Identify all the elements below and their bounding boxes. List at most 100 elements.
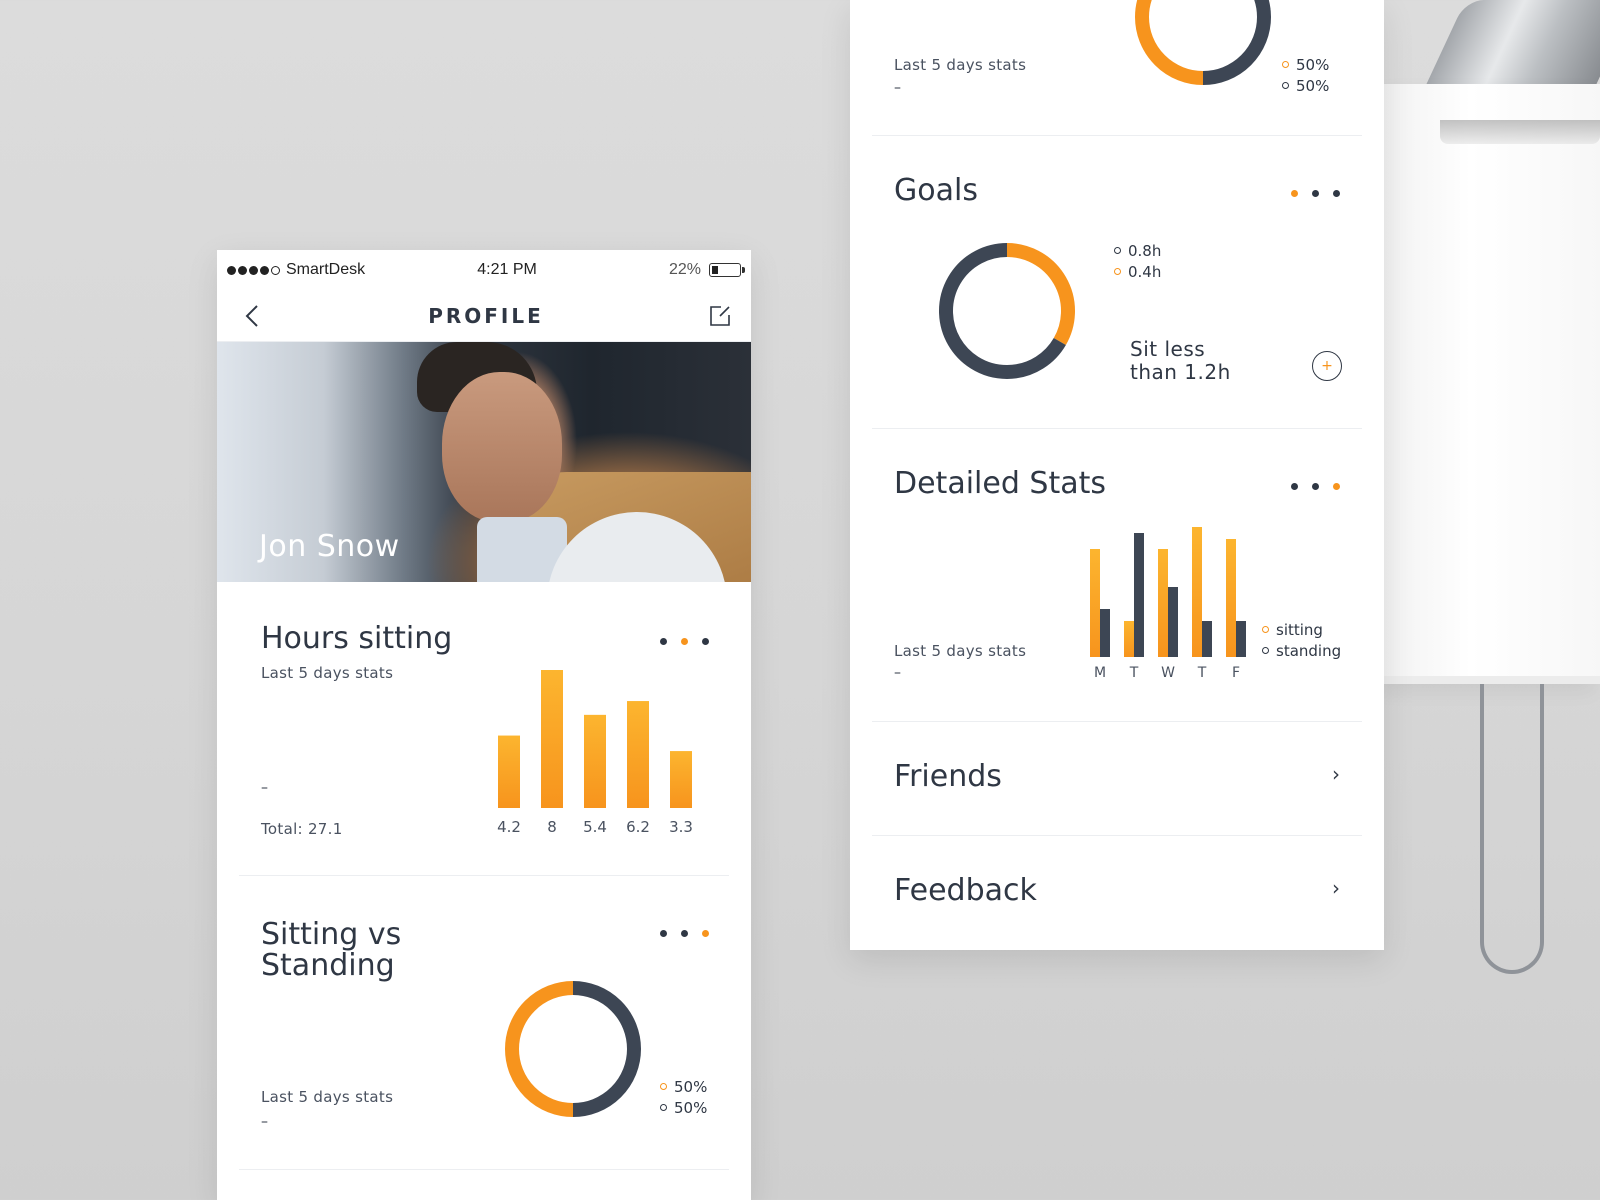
back-button[interactable] (239, 303, 265, 329)
pager-dots[interactable] (1291, 190, 1340, 197)
card-title-line: Sitting vs (261, 917, 402, 952)
bar (670, 751, 692, 808)
bar-label: 6.2 (626, 818, 650, 836)
day-label: F (1232, 665, 1240, 681)
add-goal-button[interactable]: + (1312, 351, 1342, 381)
goal-line: Sit less (1130, 337, 1206, 361)
donut-legend: 50% 50% (1282, 54, 1329, 96)
card-subtitle: Last 5 days stats (261, 1088, 394, 1106)
summary-donut (1135, 0, 1271, 85)
pager-dot[interactable] (1333, 190, 1340, 197)
lamp-shade (1384, 84, 1600, 684)
hours-bar-chart: 4.2 8 5.4 6.2 3.3 (497, 670, 693, 836)
legend-label: 50% (1296, 55, 1330, 74)
pager-dot-active[interactable] (702, 930, 709, 937)
bar-standing (1236, 621, 1246, 657)
friends-row[interactable]: Friends › (872, 722, 1362, 836)
bar-standing (1134, 533, 1144, 657)
card-title-line: Standing (261, 947, 395, 983)
goal-description: Sit less than 1.2h (1130, 337, 1231, 385)
donut-slice (1006, 243, 1075, 345)
edit-button[interactable] (707, 303, 733, 329)
pager-dots[interactable] (660, 930, 709, 937)
donut-slice (572, 981, 641, 1117)
day-label: M (1094, 665, 1106, 681)
nav-bar: PROFILE (217, 290, 751, 342)
lamp-wire (1480, 684, 1544, 974)
friends-label: Friends (894, 759, 1002, 794)
feedback-row[interactable]: Feedback › (872, 836, 1362, 950)
dash-marker: – (261, 1114, 268, 1130)
profile-screen: SmartDesk 4:21 PM 22% PROFILE Jon Snow H… (217, 250, 751, 1200)
legend-label: 0.8h (1128, 241, 1162, 260)
feedback-label: Feedback (894, 873, 1037, 908)
card-title: Sitting vs Standing (261, 917, 402, 983)
legend-marker (1114, 268, 1121, 275)
donut-slice (505, 981, 574, 1117)
bar-standing (1202, 621, 1212, 657)
chevron-left-icon (245, 304, 258, 327)
legend-marker (1114, 247, 1121, 254)
bar-sitting (1090, 549, 1100, 657)
hours-sitting-card: Hours sitting Last 5 days stats – Total:… (239, 582, 729, 876)
legend-label: 50% (674, 1098, 708, 1117)
detailed-bar-chart: MTWTF (1090, 527, 1246, 681)
carrier-name: SmartDesk (286, 261, 366, 278)
chevron-right-icon: › (1332, 876, 1340, 900)
profile-name: Jon Snow (259, 529, 400, 564)
legend-marker (1262, 626, 1269, 633)
chevron-right-icon: › (1332, 762, 1340, 786)
stats-panel: Last 5 days stats – 50% 50% Goals 0.8h 0… (850, 0, 1384, 950)
donut-slice (1135, 0, 1204, 85)
detailed-legend: sitting standing (1262, 619, 1341, 661)
dash-marker: – (894, 80, 901, 96)
day-label: W (1161, 665, 1175, 681)
legend-marker (660, 1083, 667, 1090)
card-subtitle: Last 5 days stats (894, 56, 1027, 74)
donut-slice (1202, 0, 1271, 85)
goal-line: than 1.2h (1130, 360, 1231, 385)
bar-label: 3.3 (669, 818, 693, 836)
bar-standing (1168, 587, 1178, 657)
bar-sitting (1226, 539, 1236, 657)
day-label: T (1129, 665, 1139, 681)
lamp-ring (1440, 120, 1600, 144)
bar-sitting (1158, 549, 1168, 657)
legend-label: standing (1276, 641, 1342, 660)
bar (541, 670, 563, 808)
bar-label: 8 (547, 818, 557, 836)
goals-legend: 0.8h 0.4h (1114, 240, 1161, 282)
legend-marker (660, 1104, 667, 1111)
status-bar: SmartDesk 4:21 PM 22% (217, 250, 751, 290)
bar-label: 5.4 (583, 818, 607, 836)
bar (498, 735, 520, 808)
page-title: PROFILE (428, 303, 544, 328)
sitting-vs-standing-card: Sitting vs Standing Last 5 days stats – … (239, 876, 729, 1170)
bar-sitting (1124, 621, 1134, 657)
sitting-standing-summary: Last 5 days stats – 50% 50% (872, 0, 1362, 136)
sitting-standing-donut (505, 981, 641, 1117)
bar (627, 701, 649, 808)
legend-label: 50% (674, 1077, 708, 1096)
legend-label: 50% (1296, 76, 1330, 95)
bar-sitting (1192, 527, 1202, 657)
pager-dot[interactable] (660, 930, 667, 937)
pager-dot-active[interactable] (1291, 190, 1298, 197)
donut-legend: 50% 50% (660, 1076, 707, 1118)
edit-icon (710, 305, 730, 326)
status-time: 4:21 PM (477, 261, 537, 278)
legend-marker (1262, 647, 1269, 654)
card-title: Goals (894, 173, 978, 208)
goals-card: Goals 0.8h 0.4h Sit less than 1.2h + (872, 136, 1362, 429)
goals-donut (939, 243, 1075, 379)
bar-standing (1100, 609, 1110, 657)
pager-dot[interactable] (681, 930, 688, 937)
legend-marker (1282, 61, 1289, 68)
battery-percent: 22% (668, 261, 701, 278)
detailed-stats-card: Detailed Stats Last 5 days stats – MTWTF… (872, 429, 1362, 722)
plus-icon: + (1321, 358, 1333, 374)
legend-label: sitting (1276, 620, 1323, 639)
profile-photo: Jon Snow (217, 342, 751, 582)
signal-strength-icon (227, 265, 280, 275)
pager-dot[interactable] (1312, 190, 1319, 197)
